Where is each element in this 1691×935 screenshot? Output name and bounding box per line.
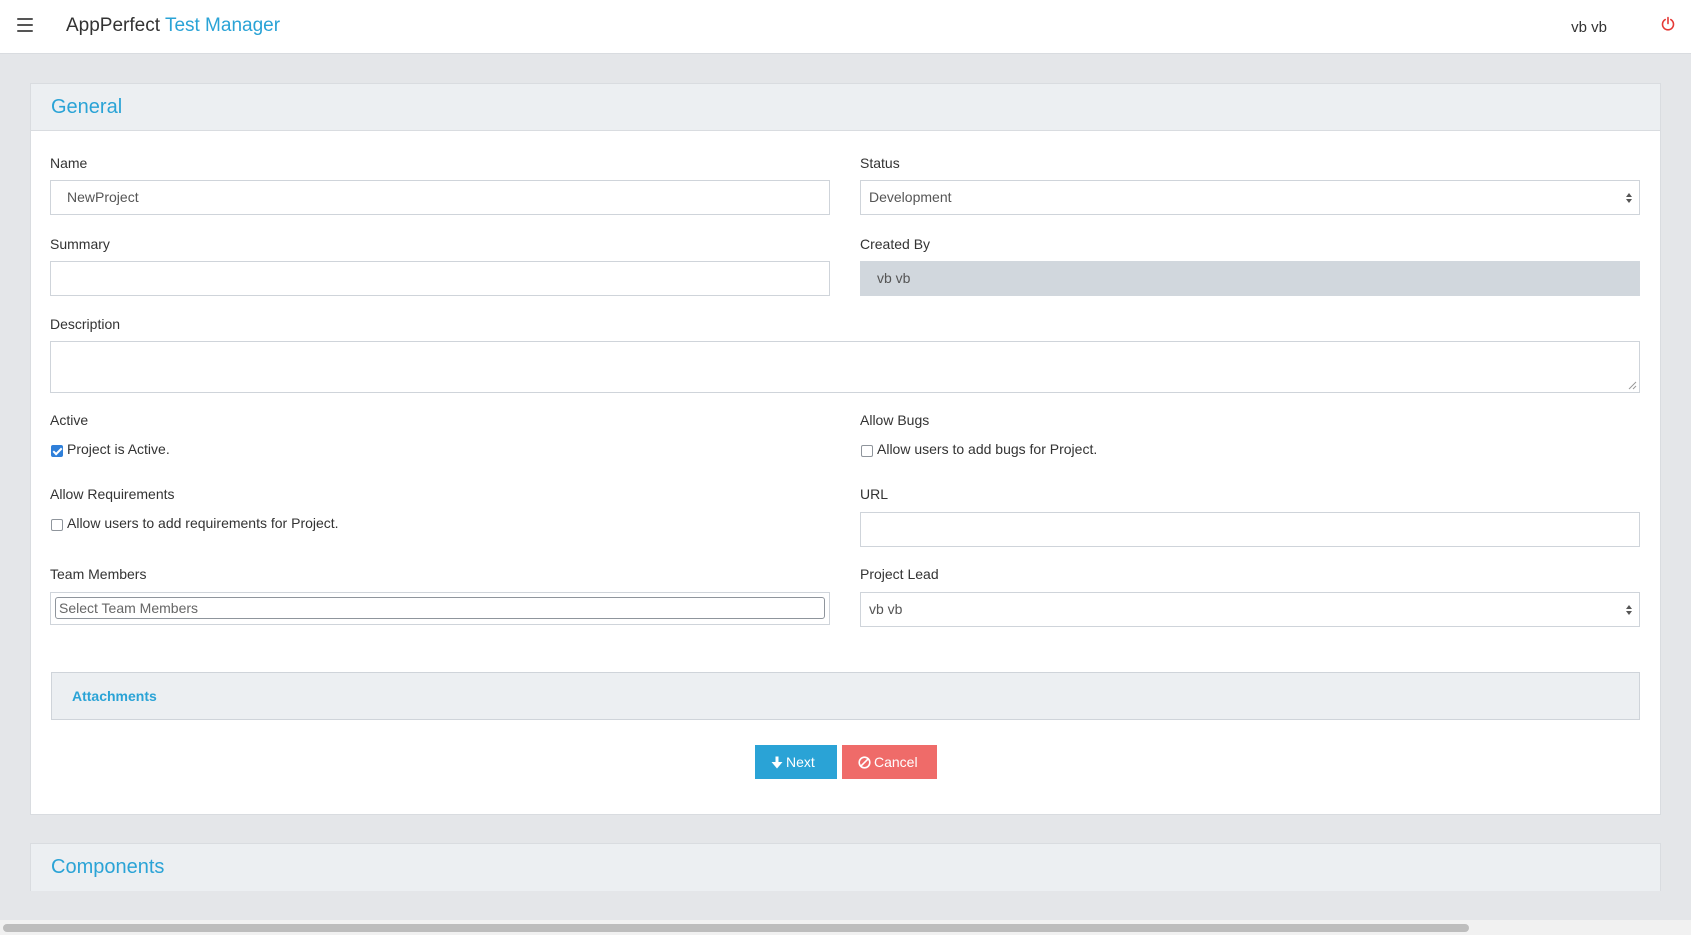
project-lead-select[interactable]: vb vb (860, 592, 1640, 627)
description-textarea[interactable] (50, 341, 1640, 393)
status-select[interactable]: Development (860, 180, 1640, 215)
team-members-label: Team Members (50, 566, 147, 582)
select-arrows-icon (1626, 193, 1632, 203)
team-members-select[interactable]: Select Team Members (50, 592, 830, 625)
description-label: Description (50, 316, 121, 332)
general-panel: General Name NewProject Status Developme… (30, 83, 1661, 815)
components-panel-title: Components (31, 844, 1660, 891)
project-lead-value: vb vb (869, 601, 903, 617)
allow-bugs-checkbox[interactable] (861, 445, 873, 457)
cancel-button-label: Cancel (874, 754, 918, 770)
allow-bugs-checkbox-label[interactable]: Allow users to add bugs for Project. (877, 441, 1097, 457)
brand-main: AppPerfect (66, 15, 160, 36)
summary-input[interactable] (50, 261, 830, 296)
status-label: Status (860, 155, 900, 171)
allow-requirements-checkbox-label[interactable]: Allow users to add requirements for Proj… (67, 515, 339, 531)
next-button[interactable]: Next (755, 745, 837, 779)
horizontal-scrollbar[interactable] (0, 920, 1691, 935)
allow-requirements-checkbox[interactable] (51, 519, 63, 531)
resize-grip-icon[interactable] (1628, 381, 1637, 390)
scrollbar-thumb[interactable] (3, 924, 1469, 932)
project-lead-label: Project Lead (860, 566, 939, 582)
user-name[interactable]: vb vb (1571, 19, 1607, 36)
allow-bugs-label: Allow Bugs (860, 412, 930, 428)
active-checkbox-label[interactable]: Project is Active. (67, 441, 170, 457)
url-label: URL (860, 486, 889, 502)
status-value: Development (869, 189, 952, 205)
brand-accent: Test Manager (164, 15, 281, 36)
general-panel-title: General (31, 84, 1660, 131)
active-checkbox[interactable] (51, 445, 63, 457)
url-input[interactable] (860, 512, 1640, 547)
team-members-input[interactable]: Select Team Members (55, 597, 825, 619)
arrow-down-icon (771, 756, 783, 769)
ban-icon (858, 756, 871, 769)
top-bar: AppPerfect Test Manager vb vb (0, 0, 1691, 54)
cancel-button[interactable]: Cancel (842, 745, 937, 779)
select-arrows-icon (1626, 605, 1632, 615)
created-by-label: Created By (860, 236, 931, 252)
hamburger-menu-icon[interactable] (17, 18, 33, 32)
summary-label: Summary (50, 236, 110, 252)
allow-requirements-label: Allow Requirements (50, 486, 175, 502)
created-by-field: vb vb (860, 261, 1640, 296)
app-brand[interactable]: AppPerfect Test Manager (66, 15, 280, 37)
next-button-label: Next (786, 754, 815, 770)
components-panel[interactable]: Components (30, 843, 1661, 891)
attachments-section[interactable]: Attachments (51, 672, 1640, 720)
active-label: Active (50, 412, 89, 428)
power-icon[interactable] (1660, 16, 1676, 32)
name-input[interactable]: NewProject (50, 180, 830, 215)
name-label: Name (50, 155, 88, 171)
